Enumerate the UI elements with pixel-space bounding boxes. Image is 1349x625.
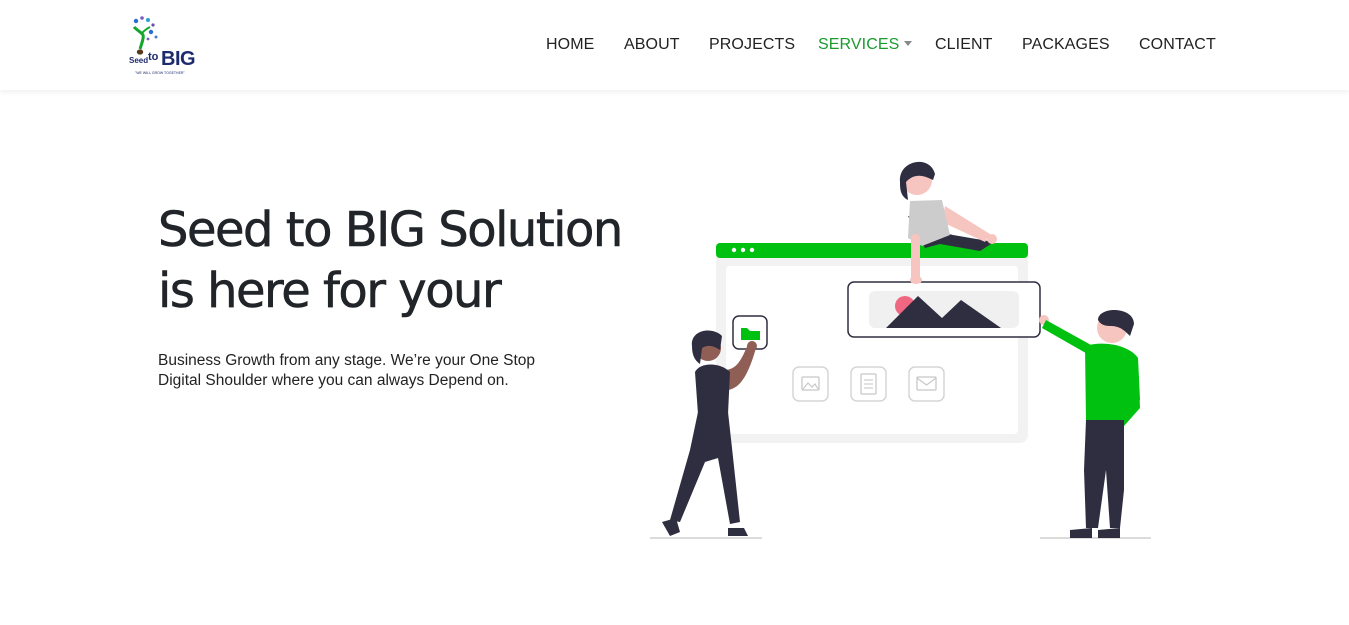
document-icon <box>850 366 887 402</box>
nav-services-label: SERVICES <box>818 36 900 53</box>
nav-client[interactable]: CLIENT <box>935 36 993 54</box>
team-building-website-illustration <box>650 161 1151 539</box>
hero-subtitle: Business Growth from any stage. We’re yo… <box>158 351 558 391</box>
navbar: Seed to BIG "WE WILL GROW TOGETHER" HOME… <box>0 0 1349 90</box>
nav-home[interactable]: HOME <box>546 36 594 54</box>
nav-contact[interactable]: CONTACT <box>1139 36 1216 54</box>
chevron-down-icon <box>904 41 913 46</box>
image-icon <box>792 366 829 402</box>
nav-services[interactable]: SERVICES <box>818 36 913 54</box>
hero-subtitle-line1: Business Growth from any stage. We’re yo… <box>158 352 536 369</box>
picture-mountain-icon <box>847 281 1041 338</box>
man-in-green-figure <box>1039 309 1140 538</box>
nav-projects[interactable]: PROJECTS <box>709 36 795 54</box>
hero-title-line2: is here for your <box>158 263 502 320</box>
hero-illustration <box>640 150 1160 550</box>
logo-tagline: "WE WILL GROW TOGETHER" <box>135 71 185 75</box>
hero-subtitle-line2: Digital Shoulder where you can always De… <box>158 372 509 389</box>
logo-wordmark-seed: Seed <box>129 56 149 65</box>
hero-title: Seed to BIG Solution is here for your <box>158 200 638 322</box>
mail-icon <box>908 366 945 402</box>
nav-about[interactable]: ABOUT <box>624 36 680 54</box>
hero-title-line1: Seed to BIG Solution <box>158 202 624 259</box>
main-nav: HOME ABOUT PROJECTS SERVICES CLIENT PACK… <box>0 36 1349 56</box>
nav-packages[interactable]: PACKAGES <box>1022 36 1110 54</box>
